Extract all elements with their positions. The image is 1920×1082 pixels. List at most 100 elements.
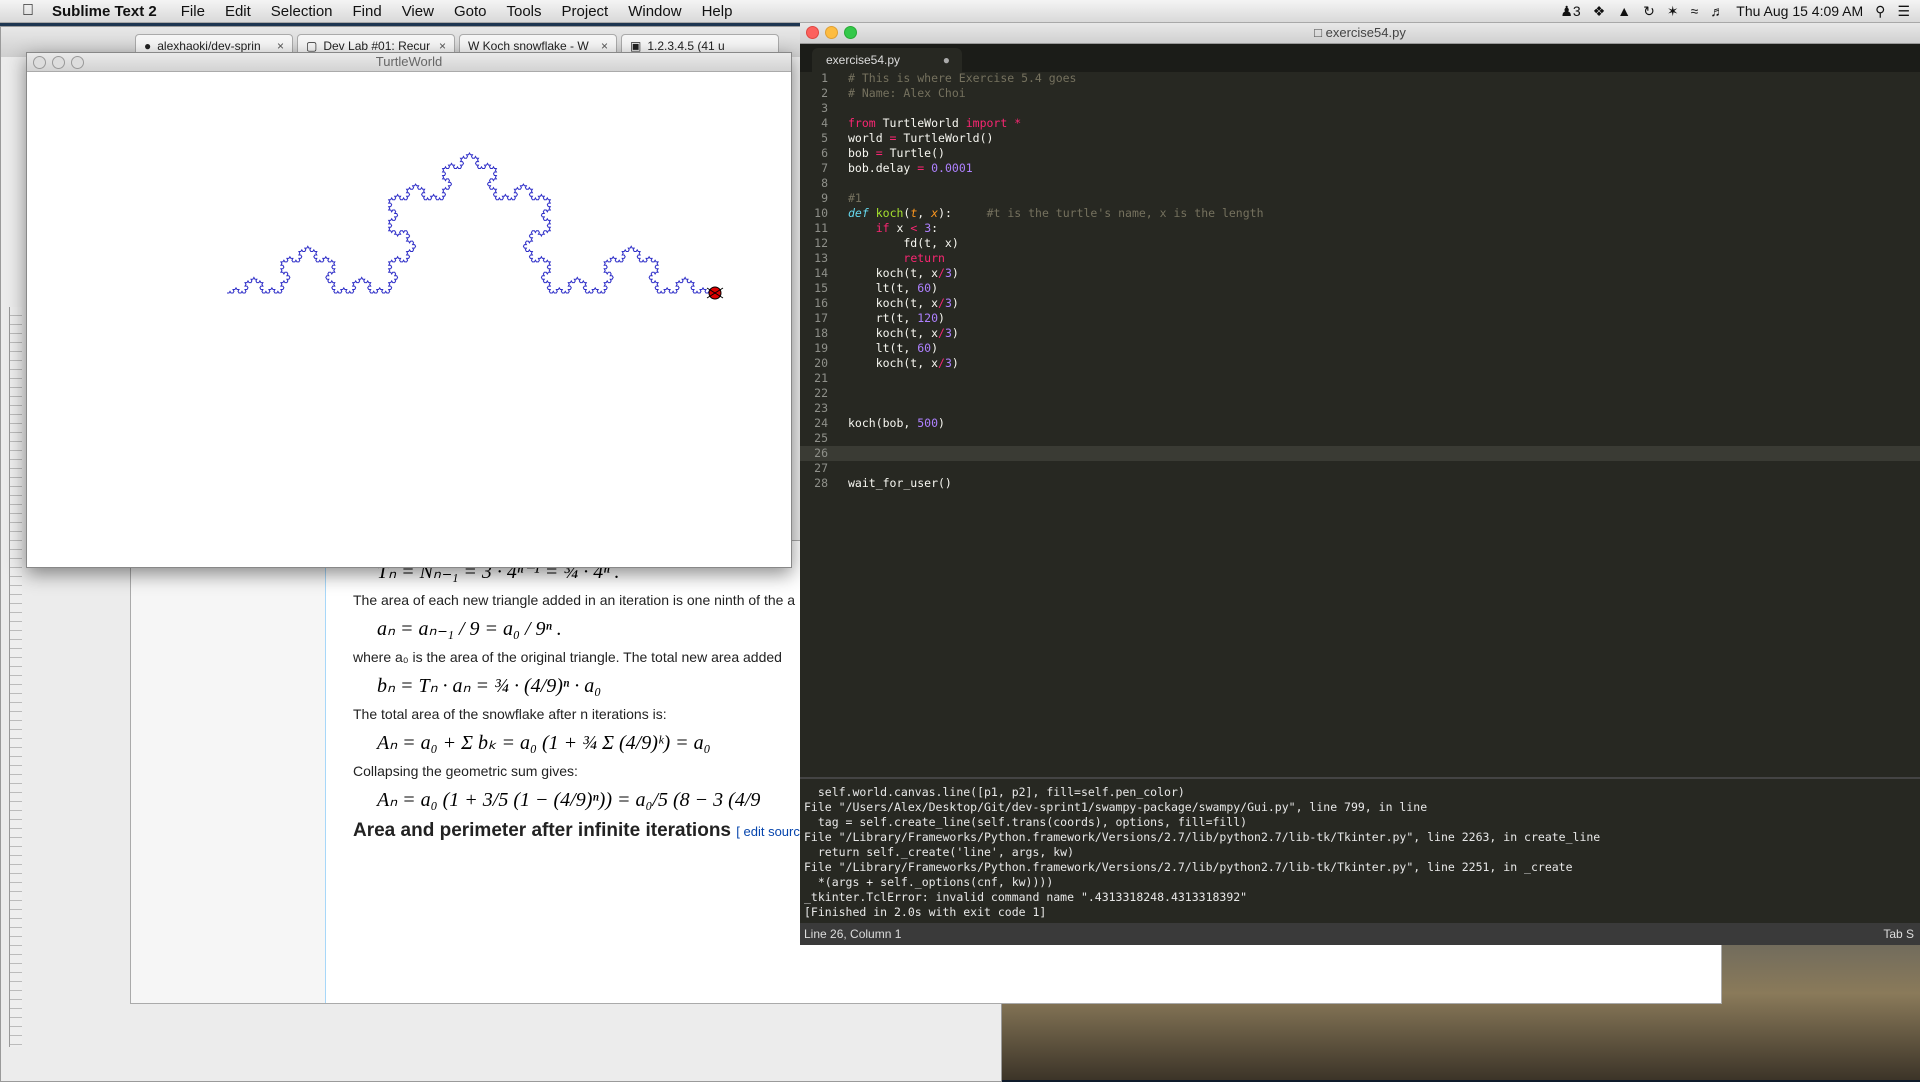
apple-icon[interactable]:  xyxy=(16,2,40,20)
code-line[interactable]: 17 rt(t, 120) xyxy=(800,311,1920,326)
time-machine-icon[interactable]: ↻ xyxy=(1643,3,1655,20)
code-line[interactable]: 5 world = TurtleWorld() xyxy=(800,131,1920,146)
close-icon[interactable]: × xyxy=(439,39,446,53)
build-output-console[interactable]: self.world.canvas.line([p1, p2], fill=se… xyxy=(800,777,1920,923)
status-bar: Line 26, Column 1 Tab S xyxy=(800,923,1920,945)
code-line[interactable]: 18 koch(t, x/3) xyxy=(800,326,1920,341)
line-number: 9 xyxy=(821,191,828,205)
code-line[interactable]: 25 xyxy=(800,431,1920,446)
menu-edit[interactable]: Edit xyxy=(225,3,251,20)
line-number: 24 xyxy=(814,416,828,430)
close-button[interactable] xyxy=(806,26,819,39)
code-line[interactable]: 14 koch(t, x/3) xyxy=(800,266,1920,281)
line-code: return xyxy=(903,251,945,265)
code-line[interactable]: 15 lt(t, 60) xyxy=(800,281,1920,296)
menu-project[interactable]: Project xyxy=(562,3,609,20)
close-icon[interactable]: × xyxy=(601,39,608,53)
page-icon: ▣ xyxy=(630,39,642,53)
code-line[interactable]: 3 xyxy=(800,101,1920,116)
code-line[interactable]: 20 koch(t, x/3) xyxy=(800,356,1920,371)
minimize-button[interactable] xyxy=(825,26,838,39)
line-code: bob = Turtle() xyxy=(848,146,945,160)
code-line[interactable]: 27 xyxy=(800,461,1920,476)
code-line[interactable]: 21 xyxy=(800,371,1920,386)
code-line[interactable]: 1 # This is where Exercise 5.4 goes xyxy=(800,71,1920,86)
menu-view[interactable]: View xyxy=(402,3,434,20)
console-line: File "/Users/Alex/Desktop/Git/dev-sprint… xyxy=(804,800,1428,814)
line-number: 20 xyxy=(814,356,828,370)
volume-icon[interactable]: ♬ xyxy=(1710,3,1724,19)
tab-size-indicator[interactable]: Tab S xyxy=(1883,923,1914,945)
drive-icon[interactable]: ▲ xyxy=(1617,3,1631,19)
line-number: 22 xyxy=(814,386,828,400)
code-line[interactable]: 23 xyxy=(800,401,1920,416)
wifi-icon[interactable]: ≈ xyxy=(1691,3,1699,19)
code-line[interactable]: 24 koch(bob, 500) xyxy=(800,416,1920,431)
console-line: _tkinter.TclError: invalid command name … xyxy=(804,890,1248,904)
menu-window[interactable]: Window xyxy=(628,3,681,20)
code-line[interactable]: 2 # Name: Alex Choi xyxy=(800,86,1920,101)
line-code: koch(t, x/3) xyxy=(848,356,959,370)
line-code: lt(t, 60) xyxy=(848,341,939,355)
adium-icon[interactable]: ♟3 xyxy=(1560,3,1580,20)
menu-tools[interactable]: Tools xyxy=(506,3,541,20)
line-code: koch(t, x/3) xyxy=(848,326,959,340)
notification-icon[interactable]: ☰ xyxy=(1897,3,1910,20)
zoom-button[interactable] xyxy=(844,26,857,39)
menu-goto[interactable]: Goto xyxy=(454,3,487,20)
bluetooth-icon[interactable]: ✶ xyxy=(1667,3,1679,20)
code-line[interactable]: 28 wait_for_user() xyxy=(800,476,1920,491)
code-line[interactable]: 7 bob.delay = 0.0001 xyxy=(800,161,1920,176)
turtle-canvas[interactable] xyxy=(27,72,791,566)
menu-selection[interactable]: Selection xyxy=(271,3,333,20)
github-icon: ● xyxy=(144,39,152,53)
sublime-titlebar[interactable]: □ exercise54.py xyxy=(800,23,1920,44)
line-code: # Name: Alex Choi xyxy=(848,86,966,100)
line-number: 4 xyxy=(821,116,828,130)
cursor-position: Line 26, Column 1 xyxy=(804,927,902,941)
menu-file[interactable]: File xyxy=(181,3,205,20)
code-line[interactable]: 6 bob = Turtle() xyxy=(800,146,1920,161)
code-line[interactable]: 4 from TurtleWorld import * xyxy=(800,116,1920,131)
code-line[interactable]: 26 xyxy=(800,446,1920,461)
line-number: 16 xyxy=(814,296,828,310)
code-line[interactable]: 12 fd(t, x) xyxy=(800,236,1920,251)
clock[interactable]: Thu Aug 15 4:09 AM xyxy=(1736,3,1863,19)
menubar:  Sublime Text 2 File Edit Selection Fin… xyxy=(0,0,1920,23)
code-line[interactable]: 16 koch(t, x/3) xyxy=(800,296,1920,311)
app-name[interactable]: Sublime Text 2 xyxy=(52,3,157,20)
code-line[interactable]: 8 xyxy=(800,176,1920,191)
side-ruler xyxy=(9,307,22,1047)
code-editor[interactable]: 1 # This is where Exercise 5.4 goes 2 # Nam… xyxy=(800,71,1920,795)
console-line: File "/Library/Frameworks/Python.framewo… xyxy=(804,860,1573,874)
line-code: bob.delay = 0.0001 xyxy=(848,161,973,175)
tab-exercise54[interactable]: exercise54.py ● xyxy=(812,48,962,72)
line-number: 1 xyxy=(821,71,828,85)
code-line[interactable]: 10 def koch(t, x): #t is the turtle's nam… xyxy=(800,206,1920,221)
line-number: 28 xyxy=(814,476,828,490)
code-line[interactable]: 19 lt(t, 60) xyxy=(800,341,1920,356)
spotlight-icon[interactable]: ⚲ xyxy=(1875,3,1885,20)
code-line[interactable]: 9 #1 xyxy=(800,191,1920,206)
page-icon: ▢ xyxy=(306,39,318,53)
code-line[interactable]: 11 if x < 3: xyxy=(800,221,1920,236)
line-number: 25 xyxy=(814,431,828,445)
line-code: from TurtleWorld import * xyxy=(848,116,1022,130)
line-number: 14 xyxy=(814,266,828,280)
unsaved-dot-icon[interactable]: ● xyxy=(943,48,950,72)
code-line[interactable]: 13 return xyxy=(800,251,1920,266)
zoom-button[interactable] xyxy=(71,56,84,69)
menu-help[interactable]: Help xyxy=(702,3,733,20)
minimize-button[interactable] xyxy=(52,56,65,69)
turtle-icon xyxy=(706,286,724,300)
file-icon: □ xyxy=(1314,25,1326,40)
turtleworld-window: TurtleWorld xyxy=(26,52,792,568)
menu-find[interactable]: Find xyxy=(353,3,382,20)
line-number: 10 xyxy=(814,206,828,220)
close-icon[interactable]: × xyxy=(277,39,284,53)
code-line[interactable]: 22 xyxy=(800,386,1920,401)
turtleworld-titlebar[interactable]: TurtleWorld xyxy=(27,53,791,72)
close-button[interactable] xyxy=(33,56,46,69)
line-number: 18 xyxy=(814,326,828,340)
dropbox-icon[interactable]: ❖ xyxy=(1593,3,1606,20)
